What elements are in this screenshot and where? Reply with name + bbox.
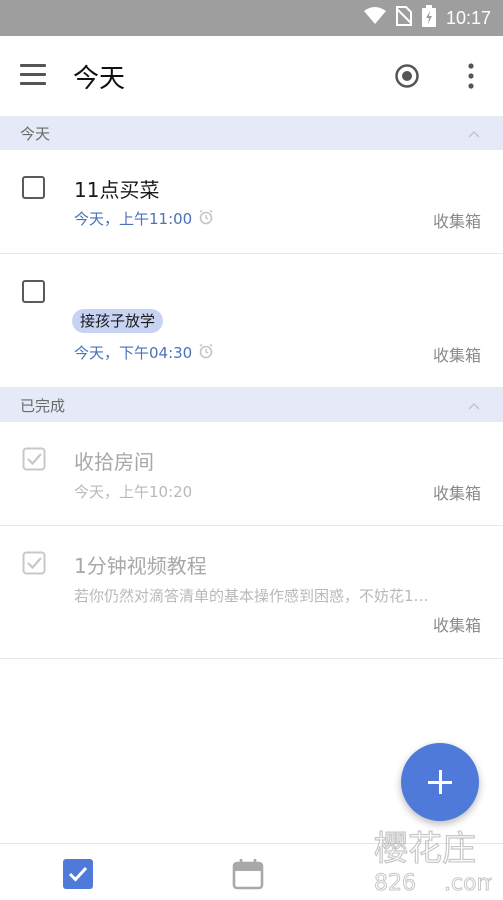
svg-text:826: 826 (374, 871, 416, 896)
task-description: 若你仍然对滴答清单的基本操作感到困惑，不妨花1… (74, 587, 429, 605)
due-text: 今天，下午04:30 (74, 344, 193, 362)
wifi-icon (363, 7, 386, 29)
svg-text:樱花庄: 樱花庄 (374, 829, 476, 869)
task-due: 今天，上午11:00 (74, 208, 214, 229)
focus-timer-icon[interactable] (394, 63, 420, 89)
watermark-logo: 樱花庄 826 .com (372, 826, 498, 896)
task-list-name: 收集箱 (432, 212, 481, 231)
task-row[interactable]: 11点买菜 今天，上午11:00 收集箱 (0, 150, 503, 254)
task-list-name: 收集箱 (432, 616, 481, 635)
section-label: 今天 (20, 125, 51, 143)
status-time: 10:17 (445, 7, 491, 28)
task-row[interactable]: 接孩子放学 今天，下午04:30 收集箱 (0, 254, 503, 388)
section-label: 已完成 (20, 397, 66, 415)
task-tag[interactable]: 接孩子放学 (72, 309, 164, 333)
chevron-up-icon[interactable] (467, 126, 481, 140)
calendar-icon (232, 859, 264, 894)
task-list-name: 收集箱 (432, 484, 481, 503)
app-bar: 今天 (0, 36, 503, 116)
chevron-up-icon[interactable] (467, 398, 481, 412)
checked-checkbox-icon[interactable] (22, 551, 46, 575)
task-row[interactable]: 1分钟视频教程 若你仍然对滴答清单的基本操作感到困惑，不妨花1… 收集箱 (0, 526, 503, 659)
nav-calendar-button[interactable] (232, 858, 266, 892)
task-checkbox[interactable] (22, 176, 45, 199)
alarm-clock-icon (198, 343, 214, 363)
more-vert-icon[interactable] (462, 62, 480, 90)
task-list-name: 收集箱 (432, 346, 481, 365)
checked-checkbox-icon[interactable] (22, 447, 46, 471)
task-completed-time: 今天，上午10:20 (74, 483, 193, 501)
status-bar: 10:17 (0, 0, 503, 36)
task-checkbox[interactable] (22, 280, 45, 303)
battery-charging-icon (421, 5, 436, 31)
menu-icon[interactable] (20, 64, 46, 86)
task-title: 1分钟视频教程 (74, 554, 207, 578)
add-task-button[interactable] (401, 743, 479, 821)
alarm-clock-icon (198, 209, 214, 229)
task-title: 收拾房间 (74, 450, 154, 474)
task-due: 今天，下午04:30 (74, 342, 214, 363)
status-icons: 10:17 (363, 0, 491, 36)
section-header-completed[interactable]: 已完成 (0, 388, 503, 422)
nav-tasks-button[interactable] (62, 858, 96, 892)
check-square-icon (62, 859, 94, 894)
no-sim-icon (395, 6, 413, 30)
section-header-today[interactable]: 今天 (0, 116, 503, 150)
due-text: 今天，上午11:00 (74, 210, 193, 228)
task-title: 11点买菜 (74, 178, 160, 202)
page-title: 今天 (73, 64, 126, 94)
svg-text:.com: .com (444, 871, 492, 896)
task-row[interactable]: 收拾房间 今天，上午10:20 收集箱 (0, 422, 503, 526)
